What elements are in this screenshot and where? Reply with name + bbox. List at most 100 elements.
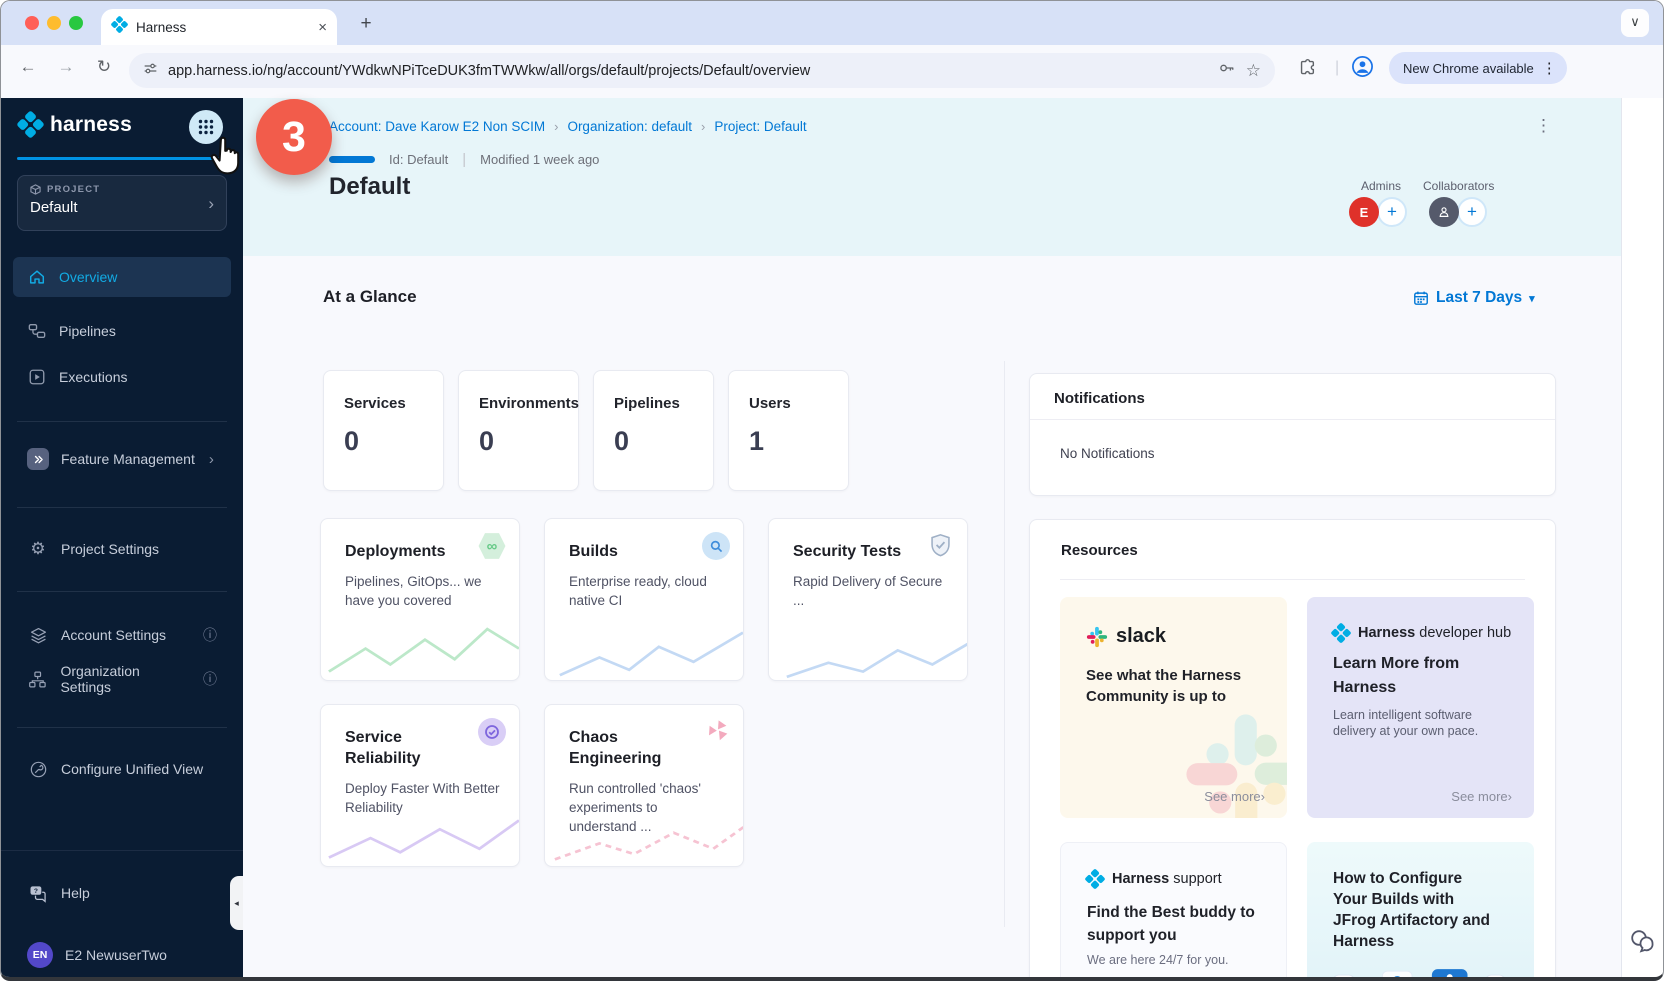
meta-divider: | (462, 151, 466, 168)
security-sparkline (769, 622, 967, 681)
help-chat-icon: ? (27, 884, 49, 903)
new-tab-button[interactable]: + (353, 11, 379, 37)
module-card-security-tests[interactable]: Security Tests Rapid Delivery of Secure … (768, 518, 968, 681)
chevron-right-icon: › (554, 119, 558, 134)
sidebar-item-label: Organization Settings (60, 663, 191, 695)
page-options-kebab-icon[interactable]: ⋮ (1535, 121, 1552, 130)
module-card-builds[interactable]: Builds Enterprise ready, cloud native CI (544, 518, 744, 681)
module-card-service-reliability[interactable]: Service Reliability Deploy Faster With B… (320, 704, 520, 867)
harness-diamond-icon (1331, 623, 1351, 643)
reload-icon[interactable]: ↻ (91, 54, 117, 80)
gear-icon: ⚙ (27, 539, 49, 559)
info-icon[interactable]: ⓘ (203, 669, 217, 689)
stat-value: 1 (749, 426, 848, 457)
new-chrome-available-button[interactable]: New Chrome available ⋮ (1389, 52, 1567, 84)
stat-card-environments: Environments 0 (458, 370, 579, 491)
breadcrumb-organization-link[interactable]: Organization: default (567, 119, 692, 134)
sidebar-item-label: Account Settings (61, 627, 166, 643)
sidebar-item-label: Feature Management (61, 451, 195, 467)
profile-icon[interactable] (1351, 55, 1374, 83)
builds-icon (702, 532, 730, 560)
resource-card-jfrog[interactable]: How to Configure Your Builds with JFrog … (1307, 842, 1534, 977)
brand-bold: Harness (1112, 871, 1169, 887)
site-info-icon[interactable] (143, 61, 158, 81)
slack-icon (1086, 626, 1108, 648)
module-description: Run controlled 'chaos' experiments to un… (569, 779, 724, 836)
resource-card-developer-hub[interactable]: Harness developer hub Learn More from Ha… (1307, 597, 1534, 818)
date-range-label: Last 7 Days (1436, 289, 1522, 307)
screen: Harness × + ∨ ← → ↻ app.harness.io/ng/ac… (0, 0, 1664, 988)
project-id-text: Id: Default (389, 152, 448, 167)
collaborator-avatar (1429, 197, 1459, 227)
sidebar-item-label: Project Settings (61, 541, 159, 557)
extensions-icon[interactable] (1297, 57, 1316, 81)
back-icon[interactable]: ← (15, 54, 41, 80)
resource-card-support[interactable]: Harness support Find the Best buddy to s… (1060, 842, 1287, 977)
stat-label: Environments (479, 395, 578, 412)
notifications-panel: Notifications No Notifications (1029, 373, 1556, 496)
chevron-right-icon: › (208, 194, 214, 214)
zoom-window-button[interactable] (69, 16, 83, 30)
sidebar-item-label: Overview (59, 269, 117, 285)
tab-search-icon[interactable]: ∨ (1621, 9, 1649, 37)
sidebar-item-executions[interactable]: Executions (13, 357, 231, 397)
sidebar-item-overview[interactable]: Overview (13, 257, 231, 297)
sidebar-item-account-settings[interactable]: Account Settings ⓘ (13, 615, 231, 655)
date-range-selector[interactable]: Last 7 Days ▾ (1413, 289, 1535, 307)
chevron-down-icon: ▾ (1529, 292, 1535, 305)
add-admin-button[interactable]: + (1377, 197, 1407, 227)
sidebar-item-feature-management[interactable]: Feature Management › (13, 439, 231, 479)
main-content: Account: Dave Karow E2 Non SCIM › Organi… (243, 89, 1621, 977)
sidebar-item-project-settings[interactable]: ⚙ Project Settings (13, 529, 231, 569)
org-hierarchy-icon (27, 670, 48, 689)
sidebar-item-label: Executions (59, 369, 127, 385)
minimize-window-button[interactable] (47, 16, 61, 30)
info-icon[interactable]: ⓘ (203, 625, 217, 645)
browser-menu-kebab-icon[interactable]: ⋮ (1542, 59, 1557, 77)
resources-title: Resources (1061, 542, 1138, 559)
notifications-title: Notifications (1054, 390, 1145, 407)
developer-hub-heading: Learn More from Harness (1333, 652, 1485, 700)
close-window-button[interactable] (25, 16, 39, 30)
panel-divider (1060, 579, 1525, 580)
harness-logo[interactable]: harness (17, 111, 132, 138)
module-card-deployments[interactable]: Deployments Pipelines, GitOps... we have… (320, 518, 520, 681)
browser-tab[interactable]: Harness × (101, 9, 337, 45)
module-title: Security Tests (793, 541, 911, 562)
sidebar-item-user[interactable]: EN E2 NewuserTwo (13, 935, 231, 975)
add-collaborator-button[interactable]: + (1457, 197, 1487, 227)
forward-icon[interactable]: → (53, 54, 79, 80)
layers-gear-icon (27, 626, 49, 645)
sidebar-item-pipelines[interactable]: Pipelines (13, 311, 231, 351)
chat-help-widget-icon[interactable] (1629, 928, 1657, 959)
sidebar-item-organization-settings[interactable]: Organization Settings ⓘ (13, 659, 231, 699)
sidebar-divider (17, 421, 227, 422)
chevron-right-icon: › (209, 451, 214, 468)
user-avatar: EN (27, 942, 53, 968)
see-more-link[interactable]: See more› (1204, 789, 1265, 804)
breadcrumb-project-link[interactable]: Project: Default (714, 119, 806, 134)
project-selector[interactable]: PROJECT Default › (17, 175, 227, 231)
at-a-glance-title: At a Glance (323, 287, 417, 307)
breadcrumb-account-link[interactable]: Account: Dave Karow E2 Non SCIM (329, 119, 545, 134)
module-description: Rapid Delivery of Secure ... (793, 572, 948, 610)
sidebar-footer-divider (1, 850, 243, 851)
password-key-icon[interactable] (1218, 59, 1236, 82)
sidebar-item-configure-unified-view[interactable]: Configure Unified View (13, 749, 231, 789)
module-description: Enterprise ready, cloud native CI (569, 572, 724, 610)
sidebar-item-help[interactable]: ? Help (13, 873, 231, 913)
see-more-link[interactable]: See more› (1451, 789, 1512, 804)
sidebar-accent-line (17, 157, 223, 160)
close-tab-icon[interactable]: × (318, 19, 327, 36)
cube-icon (30, 184, 41, 195)
sidebar-collapse-handle[interactable]: ◂ (230, 876, 243, 930)
bookmark-star-icon[interactable]: ☆ (1246, 61, 1261, 81)
module-card-chaos-engineering[interactable]: Chaos Engineering Run controlled 'chaos'… (544, 704, 744, 867)
deployments-sparkline (321, 622, 519, 681)
resource-card-slack[interactable]: slack See what the Harness Community is … (1060, 597, 1287, 818)
support-subtext: We are here 24/7 for you. (1087, 953, 1229, 967)
url-bar[interactable]: app.harness.io/ng/account/YWdkwNPiTceDUK… (129, 53, 1275, 88)
harness-diamond-icon (1085, 869, 1105, 889)
module-description: Pipelines, GitOps... we have you covered (345, 572, 500, 610)
project-selector-value: Default (30, 199, 214, 216)
